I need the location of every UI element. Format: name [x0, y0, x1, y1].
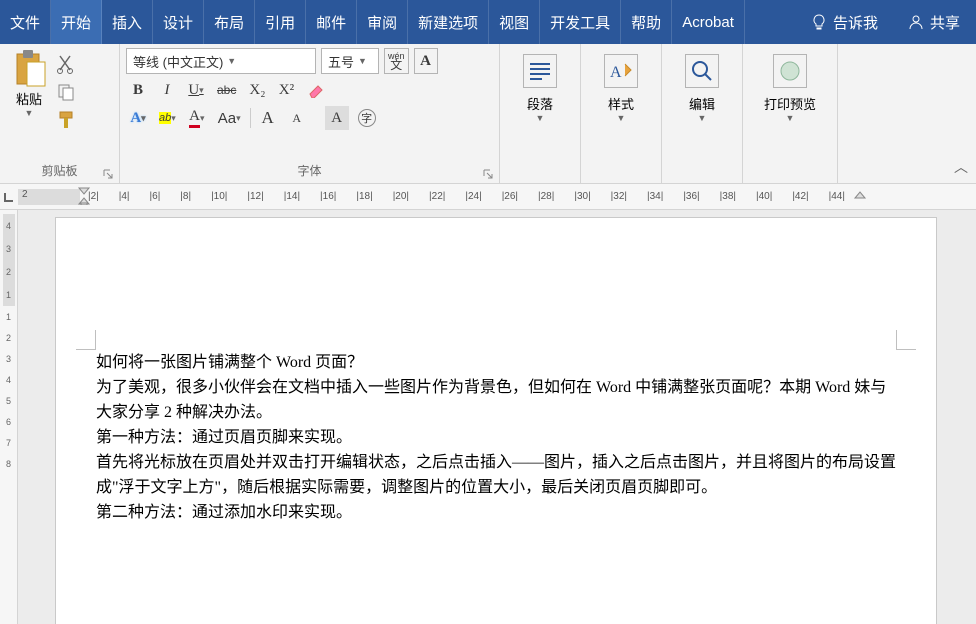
ribbon-tabs: 文件 开始 插入 设计 布局 引用 邮件 审阅 新建选项 视图 开发工具 帮助 …: [0, 0, 976, 44]
phonetic-guide-button[interactable]: wén文: [384, 48, 409, 74]
paste-label: 粘贴: [16, 89, 42, 108]
chevron-down-icon: ▼: [617, 113, 626, 123]
tell-me-label: 告诉我: [833, 12, 878, 33]
lightbulb-icon: [811, 14, 827, 30]
group-clipboard: 粘贴 ▼ 剪贴板: [0, 44, 120, 183]
format-painter-icon[interactable]: [56, 110, 76, 130]
clear-formatting-button[interactable]: [303, 78, 329, 102]
clipboard-icon: [11, 48, 47, 88]
cut-icon[interactable]: [56, 54, 76, 74]
tab-developer[interactable]: 开发工具: [540, 0, 621, 44]
tab-references[interactable]: 引用: [255, 0, 306, 44]
enclose-char-button[interactable]: 字: [354, 106, 380, 130]
paragraph-icon: [528, 61, 552, 81]
font-color-button[interactable]: A ▾: [185, 106, 209, 130]
document-paragraph[interactable]: 为了美观，很多小伙伴会在文档中插入一些图片作为背景色，但如何在 Word 中铺满…: [96, 375, 896, 425]
underline-button[interactable]: U ▾: [184, 78, 208, 102]
margin-corner-icon: [896, 330, 916, 350]
bold-button[interactable]: B: [126, 78, 150, 102]
eraser-icon: [307, 82, 325, 98]
tab-home[interactable]: 开始: [51, 0, 102, 44]
chevron-down-icon: ▼: [227, 56, 236, 66]
subscript-button[interactable]: X₂: [245, 78, 269, 102]
italic-button[interactable]: I: [155, 78, 179, 102]
text-effects-button[interactable]: A ▾: [126, 106, 150, 130]
char-shading-button[interactable]: A: [325, 106, 349, 130]
tab-acrobat[interactable]: Acrobat: [672, 0, 745, 44]
document-paragraph[interactable]: 第一种方法：通过页眉页脚来实现。: [96, 425, 896, 450]
chevron-down-icon: ▾: [199, 85, 204, 96]
tab-mailings[interactable]: 邮件: [306, 0, 357, 44]
group-clipboard-label: 剪贴板: [6, 160, 113, 181]
character-border-button[interactable]: A: [414, 48, 438, 74]
document-area: 4321 12345678 如何将一张图片铺满整个 Word 页面？ 为了美观，…: [0, 210, 976, 624]
person-icon: [908, 14, 924, 30]
horizontal-ruler[interactable]: 2 |2||4||6||8||10||12||14||16||18||20||2…: [0, 184, 976, 210]
tab-insert[interactable]: 插入: [102, 0, 153, 44]
paste-button[interactable]: 粘贴 ▼: [6, 48, 52, 118]
ribbon: 粘贴 ▼ 剪贴板 等线 (中文正文)▼ 五号▼ wén文 A B: [0, 44, 976, 184]
tab-layout[interactable]: 布局: [204, 0, 255, 44]
search-icon: [690, 59, 714, 83]
editing-button[interactable]: 编辑 ▼: [668, 48, 736, 123]
tell-me-search[interactable]: 告诉我: [797, 12, 892, 33]
ruler-ticks: |2||4||6||8||10||12||14||16||18||20||22|…: [88, 191, 845, 202]
print-preview-button[interactable]: 打印预览 ▼: [749, 48, 831, 123]
right-indent-icon[interactable]: [854, 187, 866, 199]
group-editing: 编辑 ▼: [662, 44, 743, 183]
svg-text:A: A: [610, 64, 622, 81]
share-button[interactable]: 共享: [892, 12, 976, 33]
vertical-ruler[interactable]: 4321 12345678: [0, 210, 18, 624]
tab-review[interactable]: 审阅: [357, 0, 408, 44]
tab-help[interactable]: 帮助: [621, 0, 672, 44]
group-printpreview: 打印预览 ▼: [743, 44, 838, 183]
superscript-button[interactable]: X²: [274, 78, 298, 102]
dialog-launcher-icon[interactable]: [103, 169, 113, 179]
margin-corner-icon: [76, 330, 96, 350]
grow-font-button[interactable]: A: [256, 106, 280, 130]
tab-file[interactable]: 文件: [0, 0, 51, 44]
font-name-combo[interactable]: 等线 (中文正文)▼: [126, 48, 316, 74]
page-container: 如何将一张图片铺满整个 Word 页面？ 为了美观，很多小伙伴会在文档中插入一些…: [18, 210, 976, 624]
group-font-label: 字体: [126, 160, 493, 181]
chevron-down-icon: ▼: [536, 113, 545, 123]
ruler-left-margin: 2: [18, 189, 80, 205]
ruler-top-margin: 4321: [3, 214, 15, 306]
printpreview-label: 打印预览: [764, 94, 816, 113]
highlight-button[interactable]: ab ▾: [155, 106, 180, 130]
dialog-launcher-icon[interactable]: [483, 169, 493, 179]
group-paragraph: 段落 ▼: [500, 44, 581, 183]
group-font: 等线 (中文正文)▼ 五号▼ wén文 A B I U ▾ abc X₂ X² …: [120, 44, 500, 183]
paragraph-label: 段落: [527, 94, 553, 113]
collapse-ribbon-button[interactable]: ︿: [954, 157, 968, 177]
change-case-button[interactable]: Aa ▾: [214, 106, 245, 130]
styles-button[interactable]: A 样式 ▼: [587, 48, 655, 123]
tab-design[interactable]: 设计: [153, 0, 204, 44]
circle-icon: [779, 60, 801, 82]
tab-view[interactable]: 视图: [489, 0, 540, 44]
tab-selector-icon[interactable]: [2, 190, 16, 204]
font-size-combo[interactable]: 五号▼: [321, 48, 379, 74]
strikethrough-button[interactable]: abc: [213, 78, 240, 102]
first-line-indent-icon[interactable]: [78, 187, 90, 205]
paragraph-button[interactable]: 段落 ▼: [506, 48, 574, 123]
styles-label: 样式: [608, 94, 634, 113]
tab-newoption[interactable]: 新建选项: [408, 0, 489, 44]
document-paragraph[interactable]: 首先将光标放在页眉处并双击打开编辑状态，之后点击插入——图片，插入之后点击图片，…: [96, 450, 896, 500]
document-paragraph[interactable]: 如何将一张图片铺满整个 Word 页面？: [96, 350, 896, 375]
document-paragraph[interactable]: 第二种方法：通过添加水印来实现。: [96, 500, 896, 525]
styles-icon: A: [608, 60, 634, 82]
chevron-down-icon: ▼: [358, 56, 367, 66]
shrink-font-button[interactable]: A: [285, 106, 309, 130]
editing-label: 编辑: [689, 94, 715, 113]
chevron-down-icon: ▼: [25, 108, 34, 118]
share-label: 共享: [930, 12, 960, 33]
chevron-down-icon: ▼: [786, 113, 795, 123]
document-page[interactable]: 如何将一张图片铺满整个 Word 页面？ 为了美观，很多小伙伴会在文档中插入一些…: [56, 218, 936, 624]
copy-icon[interactable]: [56, 82, 76, 102]
chevron-down-icon: ▼: [698, 113, 707, 123]
group-styles: A 样式 ▼: [581, 44, 662, 183]
